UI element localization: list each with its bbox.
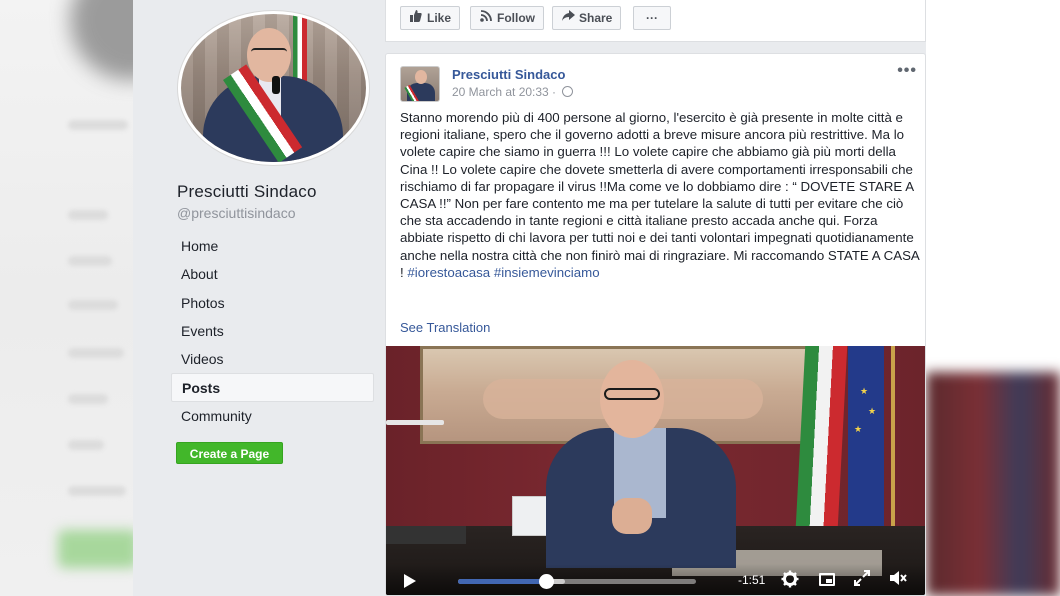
- post-body-text: Stanno morendo più di 400 persone al gio…: [400, 110, 920, 280]
- like-label: Like: [427, 11, 452, 25]
- follow-button[interactable]: Follow: [470, 6, 544, 30]
- volume-icon[interactable]: [888, 570, 908, 592]
- left-sidebar: Presciutti Sindaco @presciuttisindaco Ho…: [133, 0, 385, 596]
- nav-item-posts[interactable]: Posts: [171, 373, 374, 402]
- video-progress-knob[interactable]: [539, 574, 555, 589]
- nav-item-videos[interactable]: Videos: [171, 345, 374, 373]
- nav-item-home[interactable]: Home: [171, 232, 374, 260]
- thumbs-up-icon: [409, 7, 423, 29]
- video-controls: -1:51: [386, 564, 925, 595]
- hashtag-insiemevinciamo[interactable]: #insiemevinciamo: [494, 265, 600, 280]
- post-video[interactable]: ★ ★ ★ -1:51: [386, 346, 925, 595]
- follow-label: Follow: [497, 11, 535, 25]
- settings-icon[interactable]: [780, 570, 800, 594]
- share-label: Share: [579, 11, 613, 25]
- post-timestamp-text: 20 March at 20:33 ·: [452, 85, 557, 99]
- post-body: Stanno morendo più di 400 persone al gio…: [400, 109, 920, 281]
- screenshot-stage: Presciutti Sindaco @presciuttisindaco Ho…: [0, 0, 1060, 596]
- see-translation-link[interactable]: See Translation: [400, 320, 490, 335]
- expand-icon[interactable]: [852, 570, 872, 592]
- post-author-name[interactable]: Presciutti Sindaco: [452, 67, 565, 82]
- blurred-background-right: [926, 0, 1060, 596]
- profile-photo: [181, 14, 366, 162]
- more-options-button[interactable]: ···: [633, 6, 671, 30]
- create-page-button[interactable]: Create a Page: [176, 442, 283, 464]
- video-time-remaining: -1:51: [738, 573, 766, 587]
- fullscreen-icon[interactable]: [819, 573, 835, 586]
- hashtag-iorestoacasa[interactable]: #iorestoacasa: [407, 265, 490, 280]
- facebook-page: Presciutti Sindaco @presciuttisindaco Ho…: [133, 0, 926, 596]
- globe-icon: [562, 86, 574, 97]
- play-icon[interactable]: [404, 574, 416, 588]
- page-handle[interactable]: @presciuttisindaco: [177, 205, 296, 221]
- nav-item-events[interactable]: Events: [171, 317, 374, 345]
- post-card: Presciutti Sindaco 20 March at 20:33 · •…: [385, 53, 926, 596]
- blurred-background-left: [0, 0, 133, 596]
- nav-item-photos[interactable]: Photos: [171, 289, 374, 317]
- video-played-bar: [458, 579, 547, 584]
- post-timestamp[interactable]: 20 March at 20:33 ·: [452, 85, 574, 99]
- eu-flag: ★ ★ ★: [848, 346, 884, 546]
- post-author-avatar[interactable]: [400, 66, 440, 102]
- rss-icon: [479, 7, 493, 29]
- post-more-options-icon[interactable]: •••: [897, 62, 917, 80]
- page-nav: Home About Photos Events Videos Posts Co…: [171, 232, 374, 430]
- page-name[interactable]: Presciutti Sindaco: [177, 182, 317, 202]
- video-progress-bar[interactable]: [458, 574, 696, 589]
- share-button[interactable]: Share: [552, 6, 622, 30]
- share-arrow-icon: [561, 7, 575, 29]
- profile-picture[interactable]: [177, 10, 370, 166]
- like-button[interactable]: Like: [400, 6, 461, 30]
- nav-item-community[interactable]: Community: [171, 402, 374, 430]
- page-action-bar: Like Follow Share ···: [385, 0, 926, 42]
- nav-item-about[interactable]: About: [171, 260, 374, 288]
